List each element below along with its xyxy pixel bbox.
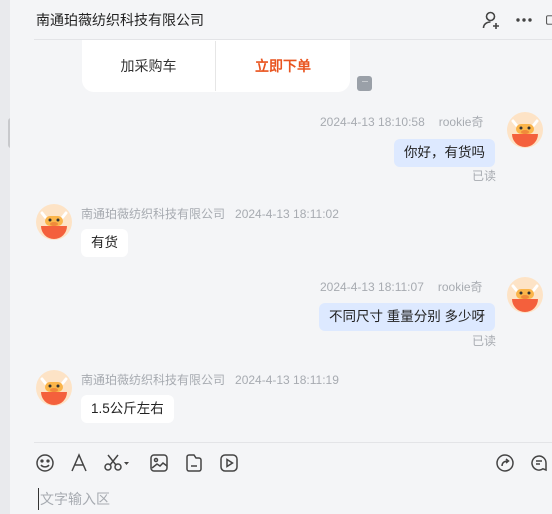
input-toolbar (34, 452, 552, 476)
share-icon[interactable] (494, 452, 516, 474)
header-tools (482, 10, 552, 30)
sender-name: 南通珀薇纺织科技有限公司 (81, 373, 226, 387)
message-meta: 南通珀薇纺织科技有限公司 2024-4-13 18:11:19 (81, 371, 339, 388)
message-bubble[interactable]: 你好，有货吗 (394, 139, 495, 167)
add-contact-icon[interactable] (482, 10, 502, 30)
sender-name: rookie奇 (437, 280, 483, 294)
left-panel-edge (0, 0, 14, 514)
product-card: 加采购车 立即下单 (82, 40, 350, 92)
message-meta: 南通珀薇纺织科技有限公司 2024-4-13 18:11:02 (81, 205, 339, 222)
emoji-icon[interactable] (34, 452, 56, 474)
read-status: 已读 (471, 169, 496, 183)
message-bubble[interactable]: 1.5公斤左右 (81, 395, 174, 423)
file-icon[interactable] (183, 452, 205, 474)
quick-reply-icon[interactable] (528, 452, 550, 474)
message-time: 2024-4-13 18:11:07 (320, 280, 424, 294)
sender-name: rookie奇 (438, 115, 484, 129)
avatar (507, 112, 543, 148)
avatar (36, 370, 72, 406)
message-meta: 2024-4-13 18:10:58 rookie奇 (320, 113, 483, 130)
chat-header: 南通珀薇纺织科技有限公司 (34, 0, 552, 40)
message-more-icon[interactable]: ··· (357, 76, 372, 91)
font-icon[interactable] (68, 452, 90, 474)
add-to-cart-button[interactable]: 加采购车 (82, 41, 216, 91)
read-status: 已读 (471, 334, 496, 348)
avatar (36, 204, 72, 240)
chat-window: 南通珀薇纺织科技有限公司 加采购车 立即下单 ··· 2024-4-13 18:… (10, 0, 552, 514)
more-icon[interactable] (514, 10, 534, 30)
message-bubble[interactable]: 不同尺寸 重量分别 多少呀 (318, 303, 495, 331)
video-icon[interactable] (218, 452, 240, 474)
message-meta: 2024-4-13 18:11:07 rookie奇 (320, 278, 483, 295)
order-now-button[interactable]: 立即下单 (216, 56, 350, 76)
message-bubble[interactable]: 有货 (81, 229, 128, 257)
message-time: 2024-4-13 18:11:02 (235, 207, 339, 221)
edge-icon (546, 10, 552, 30)
page-title: 南通珀薇纺织科技有限公司 (36, 11, 204, 28)
avatar (507, 277, 543, 313)
message-time: 2024-4-13 18:10:58 (320, 115, 425, 129)
scissors-icon[interactable] (102, 452, 132, 474)
message-input[interactable] (38, 488, 542, 510)
sender-name: 南通珀薇纺织科技有限公司 (81, 207, 226, 221)
input-divider (34, 442, 552, 443)
image-icon[interactable] (148, 452, 170, 474)
message-time: 2024-4-13 18:11:19 (235, 373, 339, 387)
